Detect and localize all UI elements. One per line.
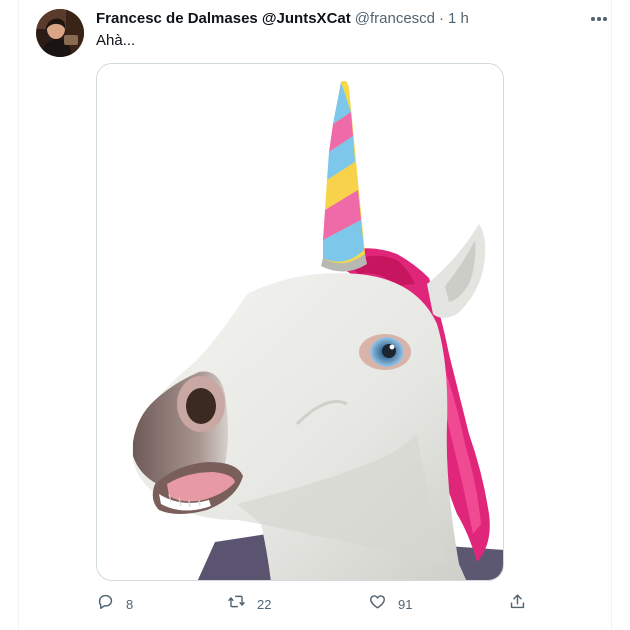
tweet-header: Francesc de Dalmases @JuntsXCat @frances… [96,8,469,28]
tweet-text: Ahà... [96,32,136,49]
retweet-button[interactable]: 22 [227,590,271,618]
avatar[interactable] [36,9,84,57]
unicorn-mask-image [97,64,503,580]
retweet-count: 22 [257,596,272,612]
reply-button[interactable]: 8 [96,590,133,618]
like-count: 91 [398,596,413,612]
reply-icon [96,592,115,616]
author-handle[interactable]: @francescd [355,10,435,27]
tweet-image[interactable] [96,63,504,581]
tweet-actions: 8 22 91 [90,590,530,618]
reply-count: 8 [126,596,134,612]
heart-icon [368,592,387,616]
author-name[interactable]: Francesc de Dalmases @JuntsXCat [96,10,351,27]
tweet-timestamp[interactable]: 1 h [448,10,469,27]
more-icon[interactable] [588,12,610,26]
like-button[interactable]: 91 [368,590,412,618]
retweet-icon [227,592,246,616]
separator-dot: · [439,9,445,27]
share-icon [508,592,527,616]
share-button[interactable] [508,590,527,618]
